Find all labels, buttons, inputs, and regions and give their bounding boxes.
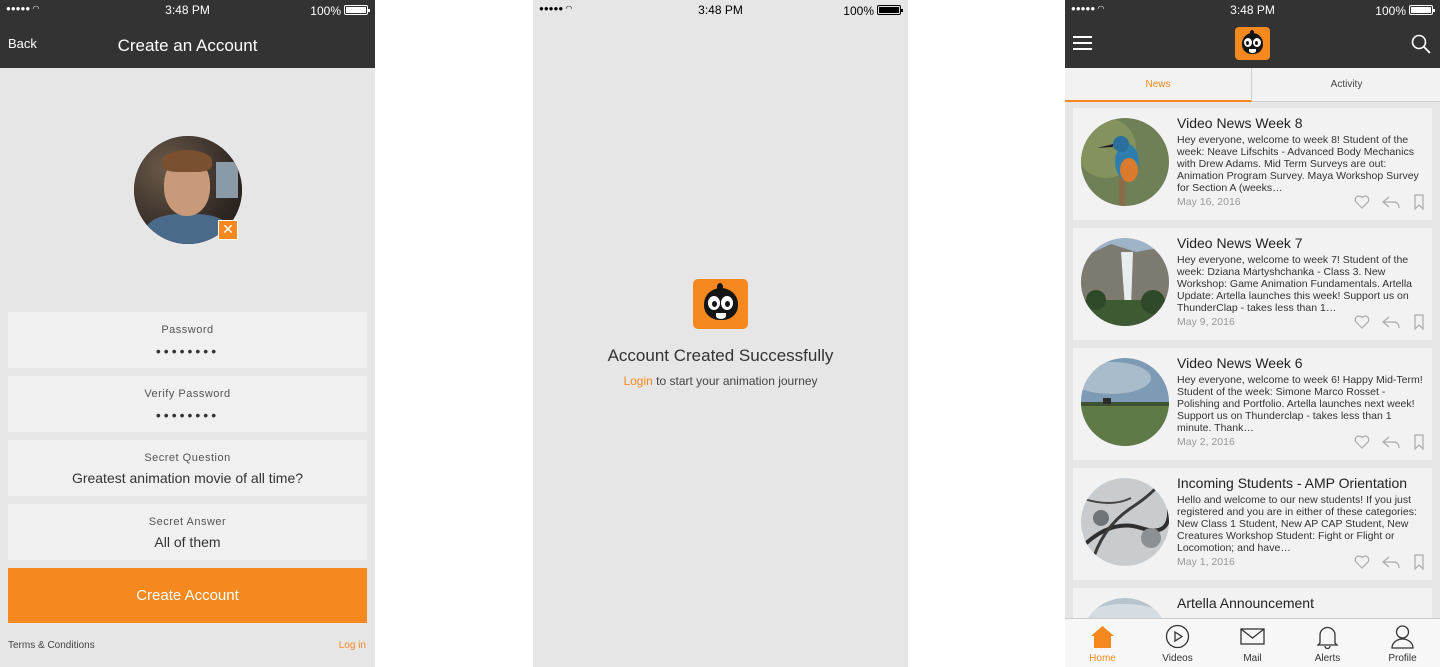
password-field[interactable]: Password •••••••• [8,312,367,368]
mail-icon [1240,628,1265,645]
verify-password-label: Verify Password [144,388,231,400]
bell-icon [1316,626,1339,649]
app-logo-icon [1235,27,1270,60]
secret-question-field[interactable]: Secret Question Greatest animation movie… [8,440,367,496]
news-date: May 9, 2016 [1177,316,1235,328]
tab-videos[interactable]: Videos [1140,619,1215,667]
news-actions [1354,314,1426,330]
tab-mail[interactable]: Mail [1215,619,1290,667]
login-link[interactable]: Log in [339,640,366,651]
list-item[interactable]: Video News Week 8 Hey everyone, welcome … [1073,108,1432,220]
reply-icon[interactable] [1382,194,1400,210]
news-date: May 1, 2016 [1177,556,1235,568]
news-date: May 16, 2016 [1177,196,1241,208]
status-bar: ●●●●● ◠ 3:48 PM 100% [533,0,908,20]
terms-link[interactable]: Terms & Conditions [8,640,95,651]
reply-icon[interactable] [1382,554,1400,570]
news-thumbnail [1081,358,1169,446]
battery-percent: 100% [843,4,874,18]
tab-news[interactable]: News [1065,68,1252,102]
bookmark-icon[interactable] [1414,314,1424,330]
list-item[interactable]: Incoming Students - AMP Orientation Hell… [1073,468,1432,580]
tab-label: Mail [1243,653,1262,664]
success-title: Account Created Successfully [607,346,834,365]
password-value: •••••••• [155,343,220,359]
battery-icon [344,5,370,15]
app-logo-icon [693,279,748,329]
news-thumbnail [1081,118,1169,206]
heart-icon[interactable] [1354,194,1370,210]
bookmark-icon[interactable] [1414,194,1424,210]
tab-activity[interactable]: Activity [1253,68,1440,102]
heart-icon[interactable] [1354,314,1370,330]
navigation-bar: ●●●●● ◠ 3:48 PM 100% [1065,0,1440,68]
login-link[interactable]: Login [623,374,652,388]
news-actions [1354,554,1426,570]
remove-photo-icon[interactable]: ✕ [218,220,238,240]
battery-icon [877,5,903,15]
secret-question-value: Greatest animation movie of all time? [71,470,304,486]
search-icon[interactable] [1411,34,1431,54]
bookmark-icon[interactable] [1414,434,1424,450]
tab-label: Profile [1388,653,1417,664]
news-excerpt: Hey everyone, welcome to week 6! Happy M… [1177,374,1423,434]
reply-icon[interactable] [1382,314,1400,330]
tab-home[interactable]: Home [1065,619,1140,667]
create-account-button[interactable]: Create Account [8,568,367,623]
battery-icon [1409,5,1435,15]
create-account-screen: ●●●●● ◠ 3:48 PM 100% Back Create an Acco… [0,0,375,667]
home-icon [1091,626,1114,648]
navigation-bar: ●●●●● ◠ 3:48 PM 100% Back Create an Acco… [0,0,375,68]
play-icon [1165,624,1190,649]
list-item[interactable]: Artella Announcement [1073,588,1432,618]
secret-answer-label: Secret Answer [148,516,227,528]
tab-alerts[interactable]: Alerts [1290,619,1365,667]
status-bar: ●●●●● ◠ 3:48 PM 100% [0,0,375,20]
news-title: Video News Week 7 [1177,235,1303,251]
secret-answer-field[interactable]: Secret Answer All of them [8,504,367,560]
bottom-tab-bar: Home Videos Mail Alerts Profile [1065,618,1440,667]
news-excerpt: Hey everyone, welcome to week 8! Student… [1177,134,1419,194]
news-title: Video News Week 8 [1177,115,1303,131]
news-thumbnail [1081,598,1169,618]
news-actions [1354,194,1426,210]
list-item[interactable]: Video News Week 6 Hey everyone, welcome … [1073,348,1432,460]
person-icon [1391,625,1414,649]
news-actions [1354,434,1426,450]
news-thumbnail [1081,478,1169,566]
news-excerpt: Hey everyone, welcome to week 7! Student… [1177,254,1413,314]
news-title: Video News Week 6 [1177,355,1303,371]
secret-answer-value: All of them [154,534,221,550]
list-item[interactable]: Video News Week 7 Hey everyone, welcome … [1073,228,1432,340]
verify-password-value: •••••••• [155,407,220,423]
account-created-screen: ●●●●● ◠ 3:48 PM 100% Account Created Suc… [533,0,908,667]
battery-percent: 100% [1375,4,1406,18]
news-title: Incoming Students - AMP Orientation [1177,475,1408,491]
battery-percent: 100% [310,4,341,18]
feed-tabs: News Activity [1065,68,1440,102]
news-thumbnail [1081,238,1169,326]
page-title: Create an Account [117,36,258,55]
news-list: Video News Week 8 Hey everyone, welcome … [1065,103,1440,618]
secret-question-label: Secret Question [144,452,231,464]
success-subtitle: Login to start your animation journey [533,374,908,388]
news-excerpt: Hello and welcome to our new students! I… [1177,494,1417,554]
bookmark-icon[interactable] [1414,554,1424,570]
success-subtitle-text: to start your animation journey [652,374,818,388]
tab-label: Home [1089,653,1116,664]
reply-icon[interactable] [1382,434,1400,450]
news-feed-screen: ●●●●● ◠ 3:48 PM 100% News Activity Video… [1065,0,1440,667]
verify-password-field[interactable]: Verify Password •••••••• [8,376,367,432]
news-date: May 2, 2016 [1177,436,1235,448]
heart-icon[interactable] [1354,434,1370,450]
status-bar: ●●●●● ◠ 3:48 PM 100% [1065,0,1440,20]
tab-label: Videos [1162,653,1193,664]
password-label: Password [161,324,214,336]
tab-profile[interactable]: Profile [1365,619,1440,667]
heart-icon[interactable] [1354,554,1370,570]
news-title: Artella Announcement [1177,595,1314,611]
menu-icon[interactable] [1073,36,1092,51]
tab-label: Alerts [1314,653,1341,664]
